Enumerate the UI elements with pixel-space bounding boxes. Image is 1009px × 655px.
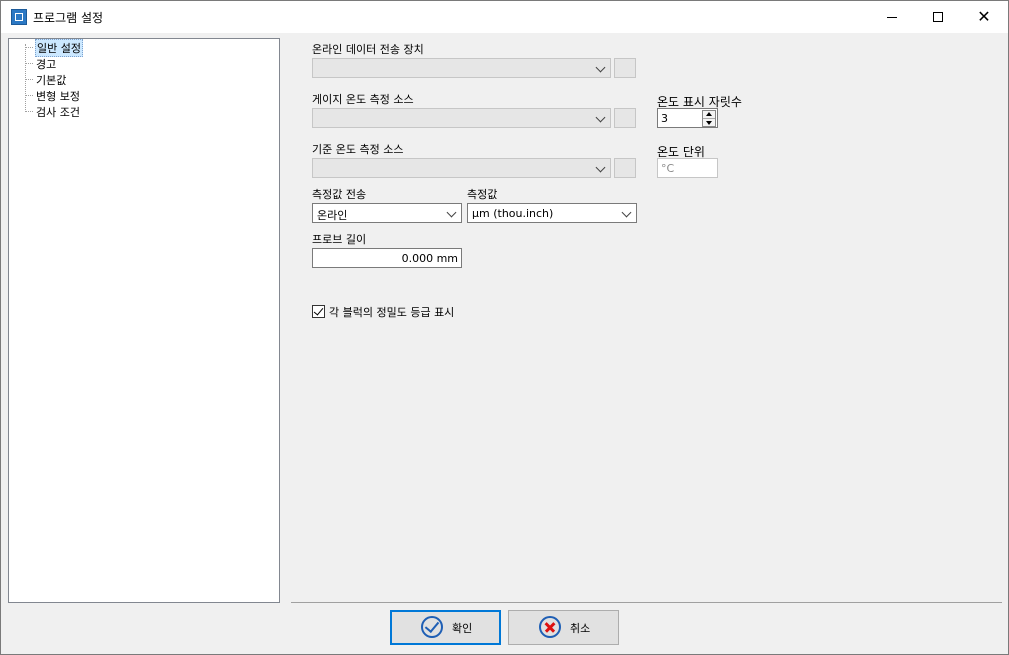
show-grade-label[interactable]: 각 블럭의 정밀도 등급 표시 bbox=[329, 304, 454, 320]
tree-item-label: 기본값 bbox=[36, 74, 67, 87]
minimize-button[interactable] bbox=[869, 1, 915, 33]
footer-separator bbox=[291, 602, 1002, 603]
spinner-arrows-icon[interactable] bbox=[702, 110, 716, 127]
maximize-icon bbox=[933, 12, 943, 22]
cancel-x-circle-icon bbox=[539, 616, 561, 638]
gauge-source-settings-button[interactable] bbox=[614, 108, 636, 128]
probe-length-label: 프로브 길이 bbox=[312, 233, 367, 246]
window-title: 프로그램 설정 bbox=[33, 11, 104, 25]
transfer-select-value: 온라인 bbox=[317, 209, 348, 222]
gauge-source-select[interactable] bbox=[312, 108, 611, 128]
tree-item-label: 변형 보정 bbox=[36, 90, 80, 103]
tree-item-label: 검사 조건 bbox=[36, 106, 80, 119]
close-button[interactable]: ✕ bbox=[961, 1, 1007, 33]
chevron-down-icon bbox=[596, 62, 606, 74]
close-icon: ✕ bbox=[977, 7, 991, 26]
tree-item-label: 일반 설정 bbox=[35, 39, 83, 57]
temp-unit-value: °C bbox=[661, 162, 675, 175]
measured-label: 측정값 bbox=[467, 188, 498, 201]
probe-length-value: 0.000 mm bbox=[401, 252, 458, 265]
chevron-down-icon bbox=[596, 162, 606, 174]
ok-button-label: 확인 bbox=[452, 622, 473, 635]
minimize-icon bbox=[887, 16, 897, 18]
measured-unit-value: µm (thou.inch) bbox=[472, 207, 554, 220]
chevron-down-icon bbox=[622, 207, 632, 219]
temp-digits-spinner[interactable]: 3 bbox=[657, 108, 718, 128]
title-bar[interactable]: 프로그램 설정 ✕ bbox=[1, 1, 1008, 33]
temp-unit-field[interactable]: °C bbox=[657, 158, 718, 178]
ok-button[interactable]: 확인 bbox=[390, 610, 501, 645]
measured-unit-select[interactable]: µm (thou.inch) bbox=[467, 203, 637, 223]
check-circle-icon bbox=[421, 616, 443, 638]
show-grade-checkbox[interactable] bbox=[312, 305, 325, 318]
transfer-select[interactable]: 온라인 bbox=[312, 203, 462, 223]
reference-source-select[interactable] bbox=[312, 158, 611, 178]
chevron-down-icon bbox=[447, 207, 457, 219]
gauge-source-label: 게이지 온도 측정 소스 bbox=[312, 93, 414, 106]
reference-source-settings-button[interactable] bbox=[614, 158, 636, 178]
settings-tree[interactable]: 일반 설정 경고 기본값 변형 보정 검사 조건 bbox=[8, 38, 280, 603]
settings-dialog: 프로그램 설정 ✕ 일반 설정 경고 기본값 변형 보정 검사 조건 온라인 데… bbox=[0, 0, 1009, 655]
probe-length-input[interactable]: 0.000 mm bbox=[312, 248, 462, 268]
tree-item-label: 경고 bbox=[36, 58, 57, 71]
temp-digits-value: 3 bbox=[661, 112, 668, 125]
maximize-button[interactable] bbox=[915, 1, 961, 33]
tree-connector-line bbox=[25, 44, 26, 112]
online-device-settings-button[interactable] bbox=[614, 58, 636, 78]
cancel-button[interactable]: 취소 bbox=[508, 610, 619, 645]
online-device-label: 온라인 데이터 전송 장치 bbox=[312, 43, 424, 56]
transfer-label: 측정값 전송 bbox=[312, 188, 367, 201]
reference-source-label: 기준 온도 측정 소스 bbox=[312, 143, 404, 156]
cancel-button-label: 취소 bbox=[570, 622, 591, 635]
settings-app-icon bbox=[11, 9, 27, 25]
online-device-select[interactable] bbox=[312, 58, 611, 78]
chevron-down-icon bbox=[596, 112, 606, 124]
